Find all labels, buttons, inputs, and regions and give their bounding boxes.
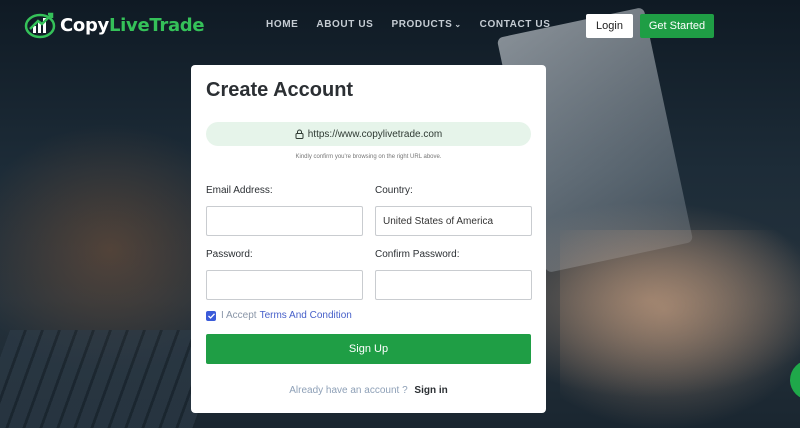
url-verification-pill: https://www.copylivetrade.com xyxy=(206,122,531,146)
brand-name-part2: LiveTrade xyxy=(109,14,205,36)
page-title: Create Account xyxy=(206,79,354,101)
terms-link[interactable]: Terms And Condition xyxy=(260,310,352,321)
create-account-card: Create Account https://www.copylivetrade… xyxy=(191,65,546,413)
already-have-account-text: Already have an account ? xyxy=(289,385,408,396)
nav-about-us[interactable]: ABOUT US xyxy=(316,19,373,30)
url-note: Kindly confirm you're browsing on the ri… xyxy=(295,154,442,160)
nav-home[interactable]: HOME xyxy=(266,19,298,30)
signin-prompt: Already have an account ? Sign in xyxy=(191,385,546,396)
chevron-down-icon: ⌄ xyxy=(454,20,462,29)
nav-products[interactable]: PRODUCTS ⌄ xyxy=(391,19,461,30)
accept-label: I Accept xyxy=(221,310,257,321)
lock-icon xyxy=(295,129,304,139)
nav-products-label: PRODUCTS xyxy=(391,19,453,30)
brand-name: CopyLiveTrade xyxy=(60,14,205,36)
password-label: Password: xyxy=(206,249,253,260)
country-label: Country: xyxy=(375,185,413,196)
accept-terms-row: I Accept Terms And Condition xyxy=(206,310,352,321)
confirm-password-label: Confirm Password: xyxy=(375,249,460,260)
sign-in-link[interactable]: Sign in xyxy=(414,385,447,396)
url-text: https://www.copylivetrade.com xyxy=(307,128,443,140)
confirm-password-field[interactable] xyxy=(375,270,532,300)
logo-chart-icon xyxy=(24,12,56,39)
top-navbar: CopyLiveTrade HOME ABOUT US PRODUCTS ⌄ CO… xyxy=(0,0,800,50)
password-field[interactable] xyxy=(206,270,363,300)
email-label: Email Address: xyxy=(206,185,273,196)
brand-name-part1: Copy xyxy=(60,14,109,36)
email-field[interactable] xyxy=(206,206,363,236)
country-field[interactable]: United States of America xyxy=(375,206,532,236)
background-hand xyxy=(560,230,800,428)
checkmark-icon xyxy=(207,312,215,319)
sign-up-button[interactable]: Sign Up xyxy=(206,334,531,364)
nav-links: HOME ABOUT US PRODUCTS ⌄ CONTACT US xyxy=(266,19,550,30)
brand-logo[interactable]: CopyLiveTrade xyxy=(24,11,205,39)
accept-terms-checkbox[interactable] xyxy=(206,310,216,321)
login-button[interactable]: Login xyxy=(586,14,633,38)
nav-contact-us[interactable]: CONTACT US xyxy=(480,19,551,30)
get-started-button[interactable]: Get Started xyxy=(640,14,714,38)
